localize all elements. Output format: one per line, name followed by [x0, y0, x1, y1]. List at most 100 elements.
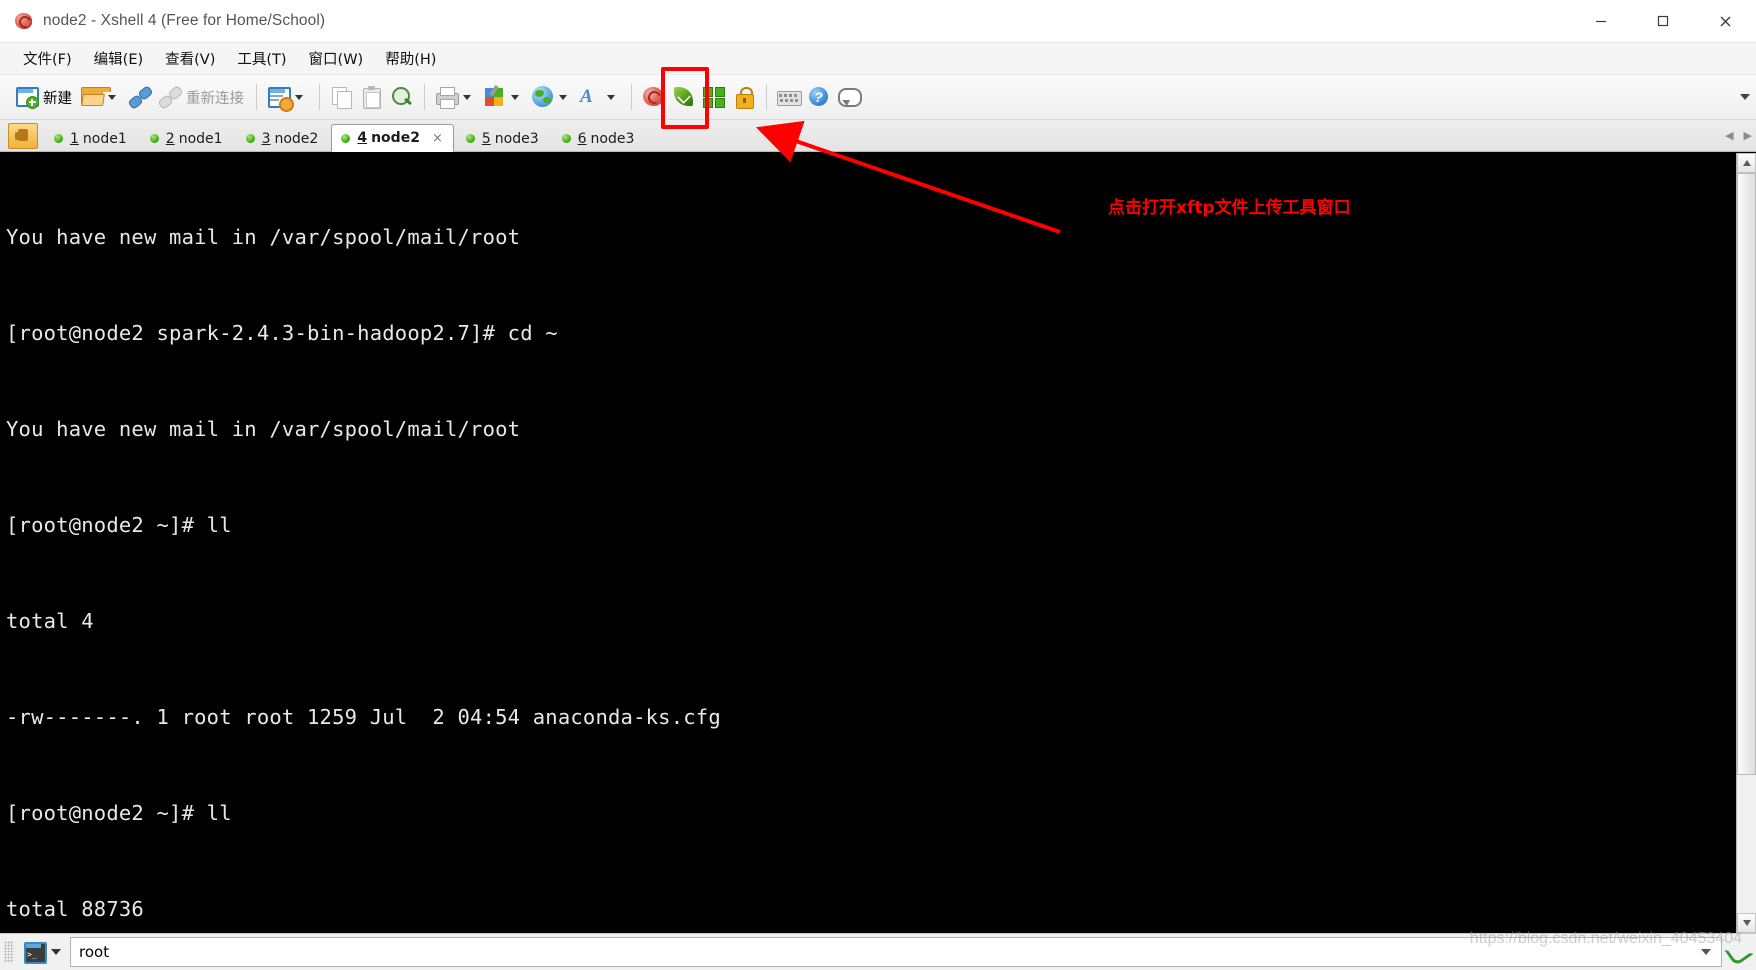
web-dropdown-caret[interactable]: [559, 94, 567, 100]
tab-number: 5: [481, 130, 491, 147]
terminal-line: -rw-------. 1 root root 1259 Jul 2 04:54…: [6, 705, 721, 729]
terminal-line: [root@node2 spark-2.4.3-bin-hadoop2.7]# …: [6, 321, 558, 345]
tab-2-node1[interactable]: 2 node1: [140, 125, 234, 151]
new-tab-button[interactable]: [8, 123, 38, 149]
disconnect-plug-icon: [157, 84, 184, 111]
terminal-session-icon[interactable]: >_: [20, 941, 47, 964]
scroll-down-button[interactable]: [1737, 913, 1756, 933]
close-button[interactable]: [1694, 0, 1756, 42]
open-folder-icon: [80, 85, 111, 109]
xshell-icon: [642, 85, 666, 109]
command-input-value: root: [79, 943, 110, 961]
keyboard-button[interactable]: [774, 79, 804, 115]
tab-scroll-controls: ◀ ▶: [1725, 120, 1756, 151]
arrange-windows-icon: [702, 85, 726, 109]
tab-status-dot-icon: [465, 134, 475, 143]
menu-file[interactable]: 文件(F): [12, 44, 83, 73]
menu-view[interactable]: 查看(V): [154, 44, 226, 73]
window-controls: [1570, 0, 1756, 42]
chat-button[interactable]: [834, 79, 864, 115]
terminal-vertical-scrollbar[interactable]: [1736, 153, 1756, 933]
maximize-button[interactable]: [1632, 0, 1694, 42]
scroll-up-button[interactable]: [1737, 153, 1756, 173]
toolbar-separator-3: [424, 84, 425, 110]
menu-window[interactable]: 窗口(W): [298, 44, 375, 73]
font-dropdown-caret[interactable]: [607, 94, 615, 100]
copy-icon: [330, 85, 354, 109]
tab-status-dot-icon: [149, 134, 159, 143]
color-dropdown-caret[interactable]: [511, 94, 519, 100]
session-dropdown-caret-icon[interactable]: [51, 949, 61, 955]
minimize-button[interactable]: [1570, 0, 1632, 42]
tab-number: 2: [165, 130, 175, 147]
open-xshell-button[interactable]: [639, 79, 669, 115]
annotation-text: 点击打开xftp文件上传工具窗口: [1108, 198, 1351, 218]
command-input[interactable]: root: [70, 937, 1722, 967]
help-icon: ?: [807, 85, 831, 109]
send-command-button[interactable]: [1722, 937, 1756, 967]
paste-icon: [360, 85, 384, 109]
web-button[interactable]: [528, 79, 576, 115]
menu-help[interactable]: 帮助(H): [374, 44, 447, 73]
open-dropdown-caret[interactable]: [108, 94, 116, 100]
tab-status-dot-icon: [561, 134, 571, 143]
toolbar-separator-4: [631, 84, 632, 110]
window-title: node2 - Xshell 4 (Free for Home/School): [43, 12, 326, 29]
find-button[interactable]: [387, 79, 417, 115]
status-bar-grip[interactable]: [4, 941, 14, 963]
tab-4-node2[interactable]: 4 node2 ×: [331, 124, 454, 152]
toolbar: 新建 重新连接 A ?: [0, 75, 1756, 120]
terminal-line: You have new mail in /var/spool/mail/roo…: [6, 417, 521, 441]
lock-button[interactable]: [729, 79, 759, 115]
status-bar: >_ root: [0, 933, 1756, 970]
font-icon: A: [580, 86, 593, 107]
menu-tools[interactable]: 工具(T): [226, 44, 297, 73]
xshell-window: node2 - Xshell 4 (Free for Home/School) …: [0, 0, 1756, 970]
tab-status-dot-icon: [341, 133, 351, 143]
terminal-line: total 88736: [6, 897, 144, 921]
print-button[interactable]: [432, 79, 480, 115]
toolbar-separator-1: [256, 84, 257, 110]
copy-button[interactable]: [327, 79, 357, 115]
color-scheme-icon: [483, 84, 507, 109]
menu-bar: 文件(F) 编辑(E) 查看(V) 工具(T) 窗口(W) 帮助(H): [0, 43, 1756, 75]
tab-label: node1: [178, 130, 223, 147]
reconnect-label: 重新连接: [186, 90, 244, 107]
tab-6-node3[interactable]: 6 node3: [552, 125, 646, 151]
font-button[interactable]: A: [576, 79, 624, 115]
arrange-windows-button[interactable]: [699, 79, 729, 115]
tab-scroll-right-icon[interactable]: ▶: [1744, 129, 1752, 142]
connect-button[interactable]: [125, 79, 155, 115]
open-session-button[interactable]: [77, 79, 125, 115]
toolbar-overflow-icon[interactable]: [1740, 94, 1750, 100]
new-session-icon: [15, 85, 39, 109]
scrollbar-track[interactable]: [1737, 173, 1756, 913]
toolbar-separator-5: [766, 84, 767, 110]
terminal-line: total 4: [6, 609, 94, 633]
print-dropdown-caret[interactable]: [463, 94, 471, 100]
color-scheme-button[interactable]: [480, 79, 528, 115]
terminal-area: You have new mail in /var/spool/mail/roo…: [0, 152, 1756, 933]
terminal-line: You have new mail in /var/spool/mail/roo…: [6, 225, 521, 249]
tab-1-node1[interactable]: 1 node1: [44, 125, 138, 151]
web-icon: [531, 85, 555, 109]
tab-label: node2: [274, 130, 319, 147]
tab-status-dot-icon: [245, 134, 255, 143]
new-session-label: 新建: [43, 90, 72, 107]
tab-3-node2[interactable]: 3 node2: [236, 125, 330, 151]
help-button[interactable]: ?: [804, 79, 834, 115]
open-xftp-button[interactable]: [669, 79, 699, 115]
tab-5-node3[interactable]: 5 node3: [456, 125, 550, 151]
reconnect-button[interactable]: 重新连接: [155, 79, 249, 115]
terminal-output[interactable]: You have new mail in /var/spool/mail/roo…: [0, 153, 1736, 933]
properties-dropdown-caret[interactable]: [295, 94, 303, 100]
session-properties-button[interactable]: [264, 79, 312, 115]
menu-edit[interactable]: 编辑(E): [83, 44, 154, 73]
paste-button[interactable]: [357, 79, 387, 115]
tab-close-icon[interactable]: ×: [432, 131, 443, 146]
tab-label: node2: [371, 130, 420, 146]
scrollbar-thumb[interactable]: [1737, 173, 1756, 775]
tab-scroll-left-icon[interactable]: ◀: [1725, 129, 1733, 142]
new-session-button[interactable]: 新建: [12, 79, 77, 115]
chevron-down-icon[interactable]: [1701, 949, 1711, 955]
